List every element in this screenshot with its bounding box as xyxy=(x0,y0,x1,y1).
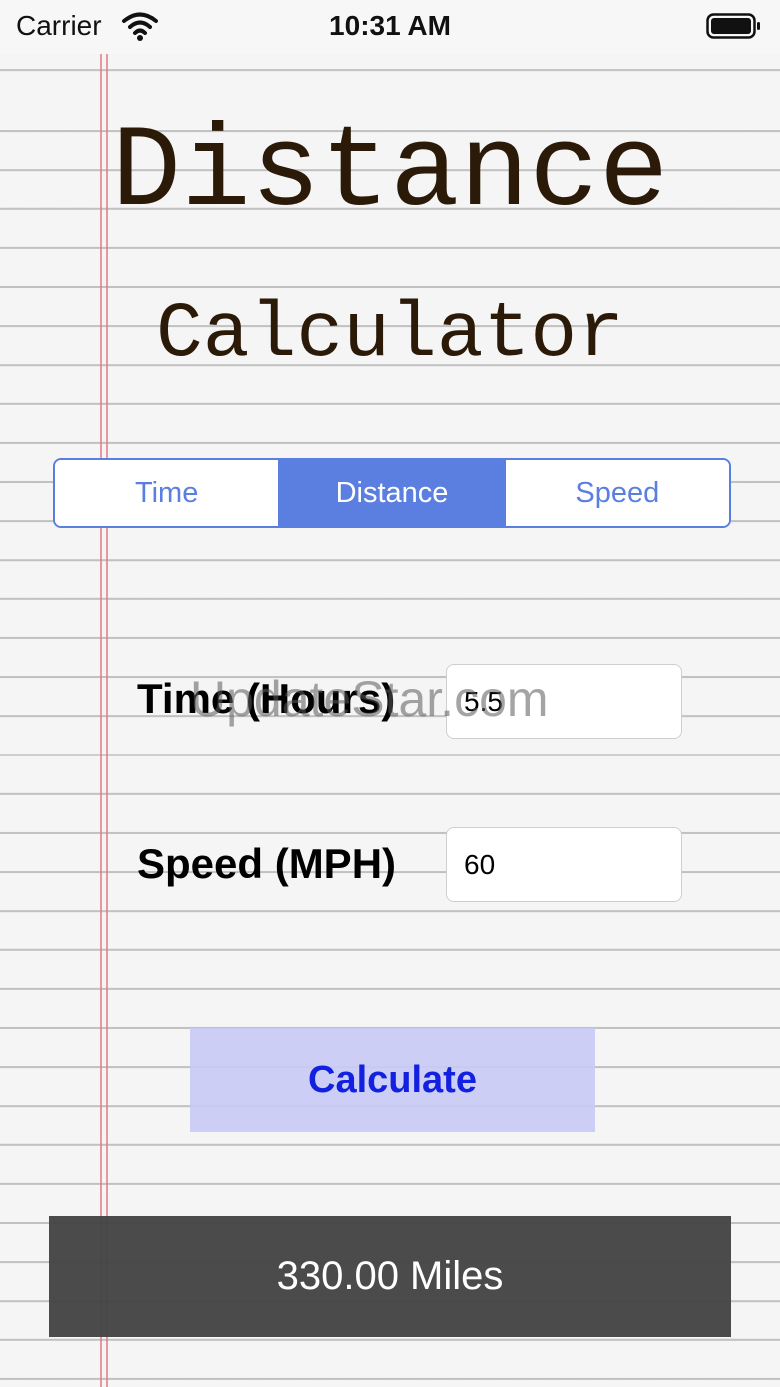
battery-icon xyxy=(706,13,760,39)
speed-mph-input[interactable] xyxy=(446,827,682,902)
segment-time[interactable]: Time xyxy=(55,460,281,526)
app-title: Distance xyxy=(111,107,669,239)
calculate-button[interactable]: Calculate xyxy=(190,1028,595,1132)
status-bar: Carrier 10:31 AM xyxy=(0,0,780,54)
segment-speed[interactable]: Speed xyxy=(505,460,729,526)
time-hours-label: Time (Hours) xyxy=(137,675,396,722)
mode-segmented-control: Time Distance Speed xyxy=(53,458,731,528)
segment-distance[interactable]: Distance xyxy=(280,460,506,526)
app-subtitle: Calculator xyxy=(155,291,625,379)
result-display: 330.00 Miles xyxy=(49,1216,731,1337)
time-hours-input[interactable] xyxy=(446,664,682,739)
status-time: 10:31 AM xyxy=(329,10,451,41)
speed-mph-label: Speed (MPH) xyxy=(137,840,397,887)
